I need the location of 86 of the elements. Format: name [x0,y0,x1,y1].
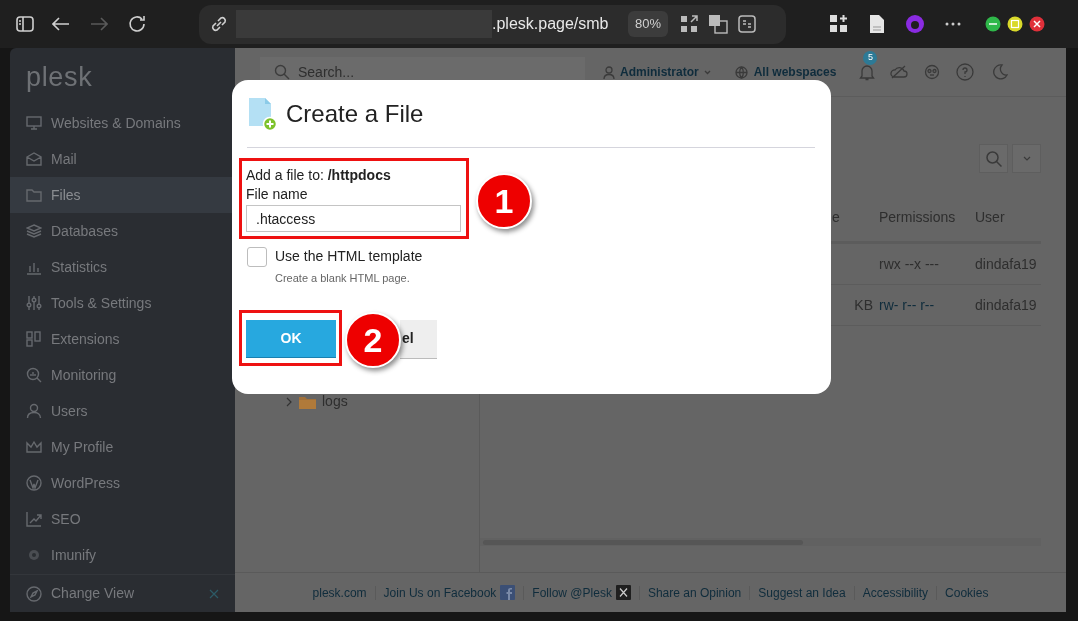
chevron-down-icon [703,69,711,75]
sidebar-item[interactable]: Extensions [10,321,235,357]
monitor-icon [26,115,42,131]
search-field[interactable]: Search... [298,62,558,82]
sidebar-item[interactable]: Statistics [10,249,235,285]
footer-link[interactable]: Join Us on Facebook [383,583,516,602]
footer-link[interactable]: Accessibility [862,583,929,602]
sidebar-item[interactable]: WordPress [10,465,235,501]
maximize-icon[interactable] [1007,16,1023,32]
target-folder-text: Add a file to: /httpdocs [246,166,392,185]
table-cell-text: dindafa19 [975,295,1038,315]
sidebar-toggle-icon[interactable] [16,16,34,32]
magnifier-icon [26,367,42,383]
apps-icon[interactable] [829,14,849,34]
sidebar-item[interactable]: Tools & Settings [10,285,235,321]
column-header[interactable]: Permissions [879,206,975,228]
sidebar-item[interactable]: My Profile [10,429,235,465]
checkbox-label: Use the HTML template [275,247,423,266]
folder-icon [299,394,316,409]
crown-icon [26,439,42,455]
forward-icon[interactable] [90,17,108,31]
help-icon[interactable] [956,63,975,81]
file-name-field[interactable]: .htaccess [246,205,461,232]
footer-link[interactable]: plesk.com [312,583,367,602]
chevron-down-icon [1022,156,1031,161]
sidebar-item[interactable]: SEO [10,501,235,537]
new-file-icon [247,97,278,131]
account-menu[interactable]: Administrator [603,63,711,81]
checkbox[interactable] [247,246,267,267]
sidebar-item[interactable]: Mail [10,141,235,177]
globe-icon [734,65,748,79]
cancel-button[interactable]: el [400,319,437,358]
sidebar-item[interactable]: Users [10,393,235,429]
table-cell-text: dindafa19 [975,254,1038,274]
footer-link[interactable]: Suggest an Idea [758,583,846,602]
minimize-icon[interactable] [985,16,1001,32]
step-number-badge: 2 [345,312,401,368]
layers-icon [26,223,42,239]
sidebar-item[interactable]: Databases [10,213,235,249]
webspaces-link[interactable]: All webspaces [734,63,837,81]
reload-icon[interactable] [128,15,146,33]
growth-chart-icon [26,511,42,527]
moon-icon[interactable] [992,64,1009,80]
compass-icon [26,585,42,602]
sidebar-item[interactable]: Websites & Domains [10,105,235,141]
search-icon [984,149,1003,168]
dialog-title: Create a File [286,99,424,129]
sidebar-item[interactable]: Imunify [10,537,235,573]
address-bar[interactable]: .plesk.page/smb 80% [199,4,786,44]
permissions-link[interactable]: rw- r-- r-- [879,294,975,316]
search-icon [274,64,290,80]
field-label: File name [246,185,309,204]
zoom-level[interactable]: 80% [628,11,669,37]
link-icon [209,14,229,34]
close-icon[interactable] [1029,16,1045,32]
logo: plesk [26,64,94,91]
notification-badge: 5 [863,51,878,65]
document-icon[interactable] [869,14,885,34]
bell-icon[interactable] [858,63,877,81]
sidebar-item[interactable]: Monitoring [10,357,235,393]
tree-item[interactable]: logs [285,391,479,412]
x-logo-icon [615,585,631,600]
user-icon [26,403,42,419]
back-icon[interactable] [52,17,70,31]
change-view-link[interactable]: Change View [51,583,200,604]
footer-link[interactable]: Cookies [945,583,989,602]
chevron-right-icon[interactable] [285,396,293,407]
footer-link[interactable]: Follow @Plesk [532,583,631,602]
search-button[interactable] [979,144,1008,173]
reader-icon[interactable] [738,15,757,33]
grid-icon[interactable] [680,15,699,33]
sliders-icon [26,295,42,311]
facebook-icon [500,585,516,600]
cloud-off-icon[interactable] [890,65,909,79]
user-icon [603,65,615,79]
more-icon[interactable] [945,22,961,26]
sidebar-item[interactable]: Files [10,177,235,213]
ok-button[interactable]: OK [246,319,336,357]
hint-text: Create a blank HTML page. [275,271,411,286]
url-text: .plesk.page/smb [492,14,610,34]
blocks-icon [26,331,42,347]
folder-icon [26,187,42,203]
step-number-badge: 1 [476,173,532,229]
envelope-icon [26,151,42,167]
wordpress-icon [26,475,42,491]
footer-link[interactable]: Share an Opinion [647,583,742,602]
